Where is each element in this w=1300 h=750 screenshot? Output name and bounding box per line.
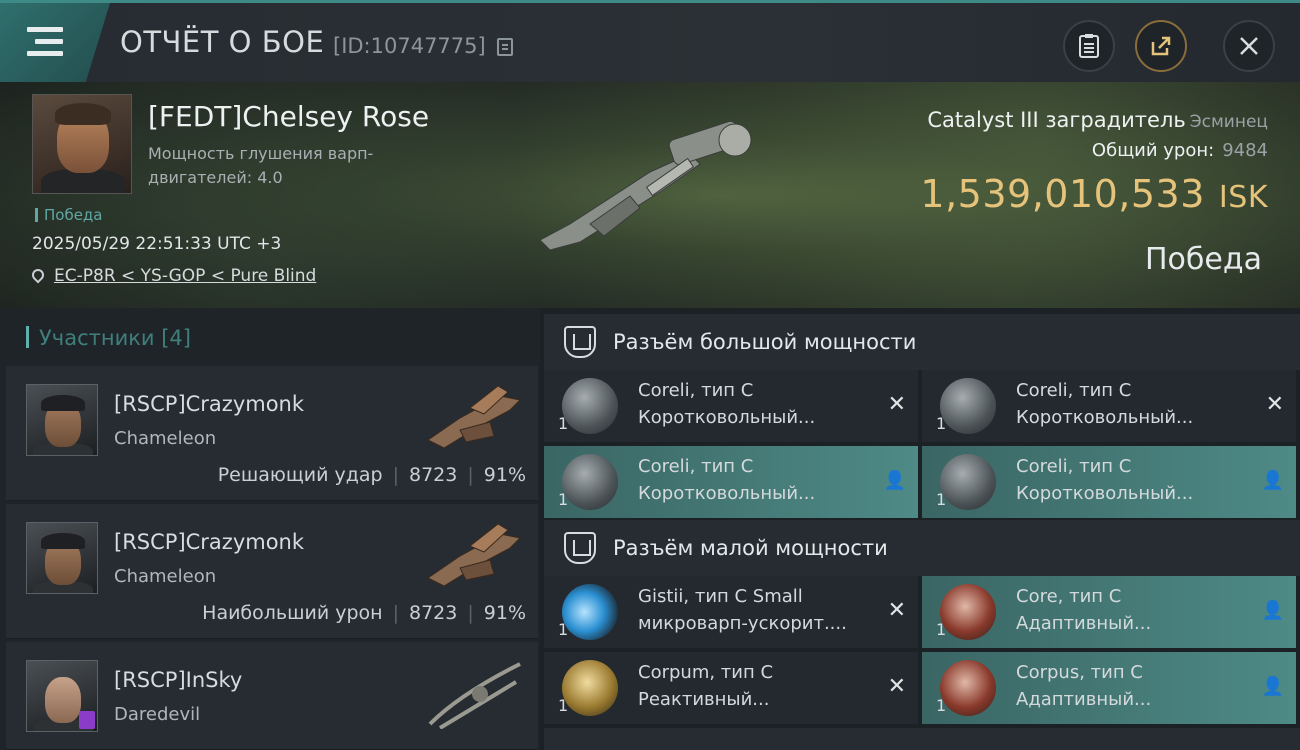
copy-icon[interactable] bbox=[497, 38, 513, 56]
clipboard-icon bbox=[1079, 34, 1099, 58]
module-icon bbox=[562, 660, 618, 716]
participant-ship-image bbox=[427, 385, 522, 449]
participant-ship-image bbox=[427, 523, 522, 587]
participant-ship: Chameleon bbox=[114, 566, 217, 587]
module-type: Коротковольный... bbox=[638, 483, 816, 504]
participants-title: Участники [4] bbox=[26, 326, 191, 350]
page-title: ОТЧЁТ О БОЕ bbox=[120, 25, 325, 59]
module-name: Corpus, тип C bbox=[1016, 662, 1143, 683]
module-type: Адаптивный... bbox=[1016, 613, 1152, 634]
x-icon: ✕ bbox=[887, 392, 906, 417]
participant-card[interactable]: [RSCP]InSky Daredevil bbox=[6, 642, 538, 750]
location-pin-icon bbox=[29, 266, 47, 284]
module-slot[interactable]: 1 Corpum, тип C Реактивный... ✕ bbox=[544, 652, 918, 724]
module-icon bbox=[562, 584, 618, 640]
x-icon: ✕ bbox=[1265, 392, 1284, 417]
clipboard-button[interactable] bbox=[1063, 20, 1115, 72]
battle-outcome: Победа bbox=[1145, 242, 1262, 277]
person-icon: 👤 bbox=[1261, 470, 1284, 491]
avatar bbox=[26, 384, 98, 456]
module-name: Gistii, тип C Small bbox=[638, 586, 803, 607]
module-icon bbox=[940, 660, 996, 716]
module-slot[interactable]: 1 Corpus, тип C Адаптивный... 👤 bbox=[922, 652, 1296, 724]
isk-value: 1,539,010,533 ISK bbox=[920, 172, 1268, 216]
x-icon: ✕ bbox=[887, 674, 906, 699]
badge-icon bbox=[79, 711, 95, 729]
module-type: Адаптивный... bbox=[1016, 689, 1152, 710]
victim-portrait[interactable] bbox=[32, 94, 132, 194]
module-slot[interactable]: 1 Core, тип C Адаптивный... 👤 bbox=[922, 576, 1296, 648]
module-icon bbox=[940, 378, 996, 434]
participant-card[interactable]: [RSCP]Crazymonk Chameleon Наибольший уро… bbox=[6, 504, 538, 639]
low-slots-header: Разъём малой мощности bbox=[544, 520, 1300, 576]
participant-stats: Решающий удар | 8723 | 91% bbox=[217, 464, 526, 486]
participant-ship: Daredevil bbox=[114, 704, 201, 725]
victim-ship-image bbox=[539, 120, 752, 251]
high-slots-header: Разъём большой мощности bbox=[544, 314, 1300, 370]
victim-attribute: Мощность глушения варп-двигателей: 4.0 bbox=[148, 144, 374, 187]
participant-stats: Наибольший урон | 8723 | 91% bbox=[202, 602, 526, 624]
avatar bbox=[26, 522, 98, 594]
module-name: Corpum, тип C bbox=[638, 662, 774, 683]
avatar bbox=[26, 660, 98, 732]
high-slot-icon bbox=[564, 326, 596, 358]
module-slot[interactable]: 1 Gistii, тип C Small микроварп-ускорит.… bbox=[544, 576, 918, 648]
battle-datetime: 2025/05/29 22:51:33 UTC +3 bbox=[32, 234, 282, 254]
module-icon bbox=[940, 454, 996, 510]
menu-button[interactable] bbox=[0, 3, 110, 82]
participant-name: [RSCP]Crazymonk bbox=[114, 530, 305, 554]
module-icon bbox=[562, 378, 618, 434]
low-slot-icon bbox=[564, 532, 596, 564]
victim-name[interactable]: [FEDT]Chelsey Rose bbox=[148, 100, 429, 133]
top-bar: ОТЧЁТ О БОЕ [ID:10747775] bbox=[0, 0, 1300, 82]
total-damage: Общий урон: 9484 bbox=[1091, 140, 1268, 161]
participant-ship-image bbox=[428, 662, 521, 729]
module-slot[interactable]: 1 Coreli, тип C Коротковольный... 👤 bbox=[544, 446, 918, 518]
module-type: Коротковольный... bbox=[1016, 483, 1194, 504]
participant-name: [RSCP]InSky bbox=[114, 668, 243, 692]
module-type: микроварп-ускорит.... bbox=[638, 613, 847, 634]
module-type: Коротковольный... bbox=[1016, 407, 1194, 428]
module-name: Coreli, тип C bbox=[1016, 380, 1132, 401]
participant-ship: Chameleon bbox=[114, 428, 217, 449]
module-slot[interactable]: 1 Coreli, тип C Коротковольный... 👤 bbox=[922, 446, 1296, 518]
ship-class: Эсминец bbox=[1189, 112, 1268, 132]
share-button[interactable] bbox=[1135, 20, 1187, 72]
module-icon bbox=[562, 454, 618, 510]
participants-panel: Участники [4] [RSCP]Crazymonk Chameleon … bbox=[0, 308, 540, 750]
module-name: Coreli, тип C bbox=[638, 380, 754, 401]
close-icon bbox=[1240, 37, 1258, 55]
module-icon bbox=[940, 584, 996, 640]
module-name: Coreli, тип C bbox=[638, 456, 754, 477]
share-icon bbox=[1151, 36, 1171, 56]
ship-name[interactable]: Catalyst III заградитель Эсминец bbox=[927, 108, 1268, 132]
hamburger-icon bbox=[27, 27, 63, 63]
person-icon: 👤 bbox=[883, 470, 906, 491]
participant-card[interactable]: [RSCP]Crazymonk Chameleon Решающий удар |… bbox=[6, 366, 538, 501]
result-tag: Победа bbox=[35, 206, 103, 224]
module-type: Коротковольный... bbox=[638, 407, 816, 428]
close-button[interactable] bbox=[1223, 20, 1275, 72]
module-type: Реактивный... bbox=[638, 689, 770, 710]
x-icon: ✕ bbox=[887, 598, 906, 623]
module-name: Coreli, тип C bbox=[1016, 456, 1132, 477]
battle-location[interactable]: EC-P8R < YS-GOP < Pure Blind bbox=[29, 266, 316, 286]
module-slot[interactable]: 1 Coreli, тип C Коротковольный... ✕ bbox=[544, 370, 918, 442]
victim-banner: [FEDT]Chelsey Rose Мощность глушения вар… bbox=[0, 82, 1300, 308]
battle-id: [ID:10747775] bbox=[333, 34, 486, 58]
module-slot[interactable]: 1 Coreli, тип C Коротковольный... ✕ bbox=[922, 370, 1296, 442]
participant-name: [RSCP]Crazymonk bbox=[114, 392, 305, 416]
module-name: Core, тип C bbox=[1016, 586, 1122, 607]
fitting-panel: Разъём большой мощности 1 Coreli, тип C … bbox=[544, 308, 1300, 750]
next-slots-header bbox=[544, 728, 1300, 750]
person-icon: 👤 bbox=[1261, 676, 1284, 697]
person-icon: 👤 bbox=[1261, 600, 1284, 621]
